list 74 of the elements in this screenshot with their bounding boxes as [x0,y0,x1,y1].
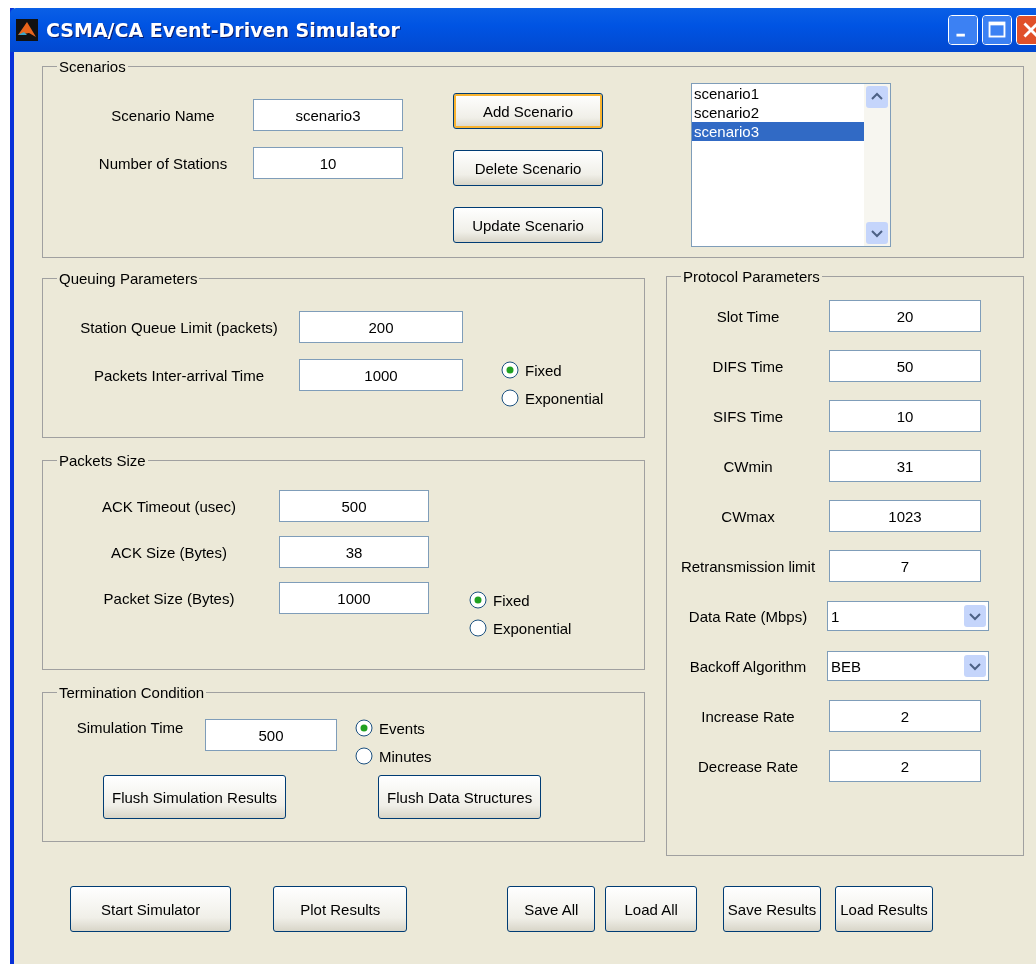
input-field[interactable]: 1000 [299,359,463,391]
list-item[interactable]: scenario2 [692,103,864,122]
panel-title: Scenarios [58,58,127,75]
panel-title: Protocol Parameters [682,268,821,285]
input-field[interactable]: 500 [279,490,429,522]
radio-button[interactable] [469,619,487,637]
action-button[interactable]: Start Simulator [70,886,232,932]
field-label: Station Queue Limit (packets) [79,318,279,336]
radio-button[interactable] [469,591,487,609]
input-field[interactable]: 1000 [279,582,429,614]
field-label: CWmax [720,507,776,525]
field-label: Packets Inter-arrival Time [92,366,265,384]
input-field[interactable]: 2 [829,750,981,782]
panel-title: Packets Size [58,452,147,469]
panel-title: Termination Condition [58,684,206,701]
radio-label: Fixed [525,361,562,379]
scenario-button[interactable]: Update Scenario [453,207,603,243]
input-field[interactable]: 500 [205,719,337,751]
field-label: Retransmission limit [679,557,817,575]
input-field[interactable]: 10 [829,400,981,432]
dropdown[interactable]: BEB [827,651,989,681]
maximize-icon[interactable] [982,15,1012,45]
scenario-list[interactable]: scenario1 scenario2 scenario3 [691,83,891,247]
field-label: CWmin [722,457,774,475]
field-label: Simulation Time [75,719,185,736]
action-button[interactable]: Plot Results [273,886,408,932]
action-button[interactable]: Load All [605,886,697,932]
minimize-icon[interactable] [948,15,978,45]
app-logo-icon [16,19,38,41]
field-label: Increase Rate [700,707,796,725]
scroll-down-icon[interactable] [866,222,888,244]
action-button[interactable]: Save Results [722,886,822,932]
field-label: DIFS Time [711,357,785,375]
radio-button[interactable] [501,361,519,379]
action-button[interactable]: Load Results [835,886,933,932]
input-field[interactable]: 10 [253,147,403,179]
input-field[interactable]: 2 [829,700,981,732]
window-title: CSMA/CA Event-Driven Simulator [46,19,400,41]
field-label: SIFS Time [712,407,784,425]
input-field[interactable]: 200 [299,311,463,343]
radio-button[interactable] [355,747,373,765]
radio-label: Exponential [525,389,604,407]
radio-label: Exponential [493,619,572,637]
input-field[interactable]: 38 [279,536,429,568]
field-label: Data Rate (Mbps) [687,607,809,625]
radio-label: Events [379,719,425,737]
field-label: Number of Stations [97,154,229,172]
radio-label: Minutes [379,747,432,765]
input-field[interactable]: 31 [829,450,981,482]
input-field[interactable]: scenario3 [253,99,403,131]
action-button[interactable]: Save All [507,886,596,932]
field-label: Decrease Rate [696,757,800,775]
scenario-button[interactable]: Add Scenario [453,93,603,129]
dropdown[interactable]: 1 [827,601,989,631]
input-field[interactable]: 50 [829,350,981,382]
panel-title: Queuing Parameters [58,270,199,287]
input-field[interactable]: 7 [829,550,981,582]
field-label: Packet Size (Bytes) [102,589,236,607]
field-label: Scenario Name [110,106,216,124]
input-field[interactable]: 1023 [829,500,981,532]
input-field[interactable]: 20 [829,300,981,332]
list-item[interactable]: scenario1 [692,84,864,103]
field-label: ACK Size (Bytes) [110,543,228,561]
radio-button[interactable] [501,389,519,407]
field-label: ACK Timeout (usec) [100,497,238,515]
radio-button[interactable] [355,719,373,737]
list-item[interactable]: scenario3 [692,122,864,141]
scenario-button[interactable]: Delete Scenario [453,150,603,186]
scroll-up-icon[interactable] [866,86,888,108]
radio-label: Fixed [493,591,530,609]
field-label: Slot Time [715,307,781,325]
flush-button[interactable]: Flush Data Structures [378,775,542,819]
flush-button[interactable]: Flush Simulation Results [103,775,287,819]
field-label: Backoff Algorithm [688,657,808,675]
